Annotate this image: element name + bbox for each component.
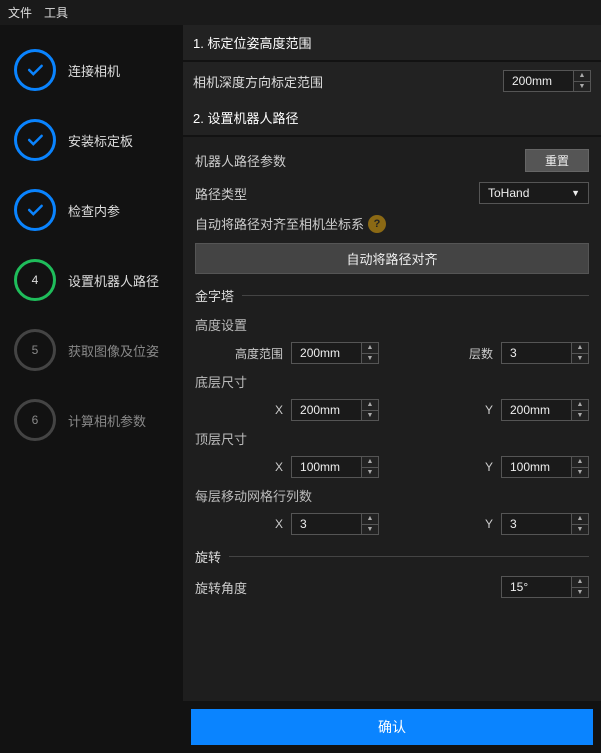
spin-down-icon[interactable]: ▼ <box>362 525 378 535</box>
spin-down-icon[interactable]: ▼ <box>362 411 378 421</box>
confirm-button[interactable]: 确认 <box>191 709 593 745</box>
step-number-icon: 6 <box>14 399 56 441</box>
bottom-x-input[interactable]: 200mm▲▼ <box>291 399 379 421</box>
height-range-label: 高度范围 <box>235 345 283 362</box>
auto-align-button[interactable]: 自动将路径对齐 <box>195 243 589 274</box>
spin-down-icon[interactable]: ▼ <box>362 468 378 478</box>
params-title: 机器人路径参数 <box>195 151 286 170</box>
step-label: 设置机器人路径 <box>68 271 159 290</box>
spin-down-icon[interactable]: ▼ <box>572 525 588 535</box>
sidebar: 连接相机 安装标定板 检查内参 4 设置机器人路径 5 获取图像及位姿 6 计算… <box>0 25 183 753</box>
select-value: ToHand <box>488 186 529 200</box>
x-label: X <box>275 517 283 531</box>
rotation-title: 旋转 <box>195 547 221 566</box>
top-y-input[interactable]: 100mm▲▼ <box>501 456 589 478</box>
spin-up-icon[interactable]: ▲ <box>362 514 378 525</box>
step-4[interactable]: 4 设置机器人路径 <box>0 259 183 301</box>
grid-x-input[interactable]: 3▲▼ <box>291 513 379 535</box>
input-value[interactable]: 200mm <box>291 399 361 421</box>
spin-up-icon[interactable]: ▲ <box>572 343 588 354</box>
check-icon <box>14 119 56 161</box>
path-type-select[interactable]: ToHand ▼ <box>479 182 589 204</box>
top-x-input[interactable]: 100mm▲▼ <box>291 456 379 478</box>
step-1[interactable]: 连接相机 <box>0 49 183 91</box>
chevron-down-icon: ▼ <box>571 188 580 198</box>
step-label: 连接相机 <box>68 61 120 80</box>
step-label: 获取图像及位姿 <box>68 341 159 360</box>
spin-up-icon[interactable]: ▲ <box>572 400 588 411</box>
y-label: Y <box>485 460 493 474</box>
spin-down-icon[interactable]: ▼ <box>574 82 590 92</box>
step-5[interactable]: 5 获取图像及位姿 <box>0 329 183 371</box>
depth-range-input[interactable]: 200mm ▲▼ <box>503 70 591 92</box>
spin-up-icon[interactable]: ▲ <box>572 577 588 588</box>
spin-down-icon[interactable]: ▼ <box>362 354 378 364</box>
height-settings-label: 高度设置 <box>195 315 589 334</box>
spin-up-icon[interactable]: ▲ <box>574 71 590 82</box>
depth-range-row: 相机深度方向标定范围 200mm ▲▼ <box>183 62 601 100</box>
grid-y-input[interactable]: 3▲▼ <box>501 513 589 535</box>
bottom-y-input[interactable]: 200mm▲▼ <box>501 399 589 421</box>
input-value[interactable]: 200mm <box>291 342 361 364</box>
input-value[interactable]: 15° <box>501 576 571 598</box>
input-value[interactable]: 100mm <box>501 456 571 478</box>
menu-tools[interactable]: 工具 <box>44 4 68 21</box>
step-label: 计算相机参数 <box>68 411 146 430</box>
bottom-size-label: 底层尺寸 <box>195 372 589 391</box>
rotation-angle-input[interactable]: 15°▲▼ <box>501 576 589 598</box>
step-6[interactable]: 6 计算相机参数 <box>0 399 183 441</box>
input-value[interactable]: 100mm <box>291 456 361 478</box>
rotation-angle-label: 旋转角度 <box>195 578 247 597</box>
path-type-label: 路径类型 <box>195 184 247 203</box>
spin-down-icon[interactable]: ▼ <box>572 411 588 421</box>
height-range-input[interactable]: 200mm▲▼ <box>291 342 379 364</box>
grid-label: 每层移动网格行列数 <box>195 486 589 505</box>
depth-range-label: 相机深度方向标定范围 <box>193 72 495 91</box>
step-2[interactable]: 安装标定板 <box>0 119 183 161</box>
input-value[interactable]: 3 <box>501 513 571 535</box>
main-panel: 1. 标定位姿高度范围 相机深度方向标定范围 200mm ▲▼ 2. 设置机器人… <box>183 25 601 753</box>
layers-input[interactable]: 3▲▼ <box>501 342 589 364</box>
spin-down-icon[interactable]: ▼ <box>572 468 588 478</box>
spin-up-icon[interactable]: ▲ <box>362 400 378 411</box>
check-icon <box>14 49 56 91</box>
section-2-header: 2. 设置机器人路径 <box>183 100 601 136</box>
step-3[interactable]: 检查内参 <box>0 189 183 231</box>
spin-down-icon[interactable]: ▼ <box>572 588 588 598</box>
spin-up-icon[interactable]: ▲ <box>572 514 588 525</box>
top-size-label: 顶层尺寸 <box>195 429 589 448</box>
check-icon <box>14 189 56 231</box>
spin-up-icon[interactable]: ▲ <box>572 457 588 468</box>
spin-down-icon[interactable]: ▼ <box>572 354 588 364</box>
step-number-icon: 4 <box>14 259 56 301</box>
spin-up-icon[interactable]: ▲ <box>362 343 378 354</box>
menubar: 文件 工具 <box>0 0 601 25</box>
y-label: Y <box>485 517 493 531</box>
input-value[interactable]: 200mm <box>501 399 571 421</box>
input-value[interactable]: 3 <box>291 513 361 535</box>
menu-file[interactable]: 文件 <box>8 4 32 21</box>
y-label: Y <box>485 403 493 417</box>
input-value[interactable]: 3 <box>501 342 571 364</box>
help-icon[interactable]: ? <box>368 215 386 233</box>
x-label: X <box>275 403 283 417</box>
step-label: 检查内参 <box>68 201 120 220</box>
spin-up-icon[interactable]: ▲ <box>362 457 378 468</box>
reset-button[interactable]: 重置 <box>525 149 589 172</box>
pyramid-title: 金字塔 <box>195 286 234 305</box>
step-number-icon: 5 <box>14 329 56 371</box>
x-label: X <box>275 460 283 474</box>
input-value[interactable]: 200mm <box>503 70 573 92</box>
step-label: 安装标定板 <box>68 131 133 150</box>
section-1-header: 1. 标定位姿高度范围 <box>183 25 601 61</box>
auto-align-label: 自动将路径对齐至相机坐标系 <box>195 214 364 233</box>
layers-label: 层数 <box>469 345 493 362</box>
